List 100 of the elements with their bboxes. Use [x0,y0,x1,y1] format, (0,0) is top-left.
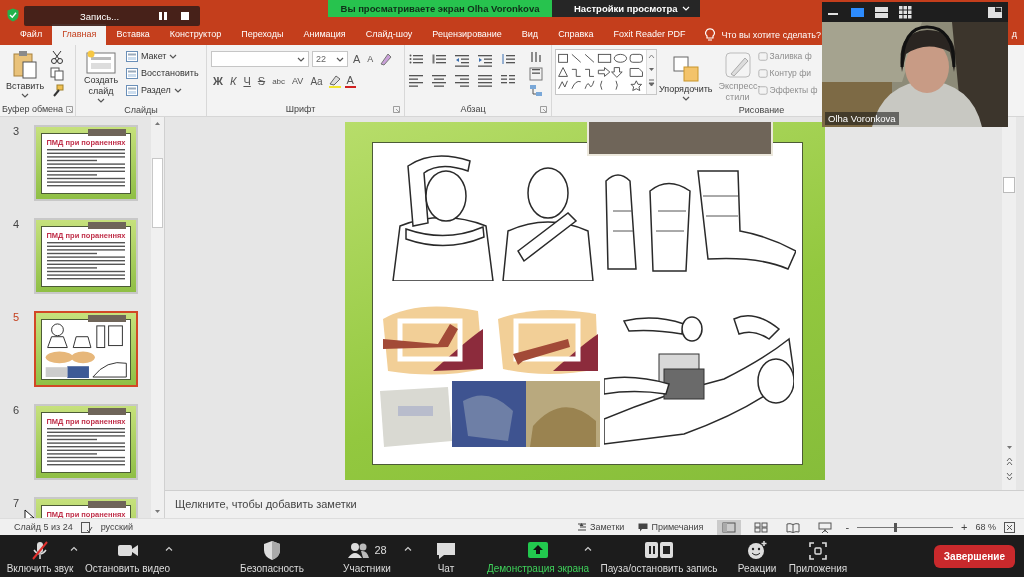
audio-button[interactable]: Включить звук [0,538,80,574]
chat-bubble-icon [435,540,457,560]
ribbon-tab[interactable]: Переходы [231,24,294,45]
previous-slide-icon[interactable] [1004,456,1014,467]
reset-button[interactable]: Восстановить [126,66,199,80]
ribbon-tab[interactable]: Foxit Reader PDF [603,24,696,45]
font-style-button[interactable]: S [255,75,268,87]
copy-icon[interactable] [50,67,65,81]
toolbar-label: Остановить видео [84,563,171,574]
align-right-icon[interactable] [455,73,469,87]
paintbrush-icon[interactable] [50,84,65,98]
new-slide-button[interactable]: Создать слайд [80,49,122,104]
video-button[interactable]: Остановить видео [80,538,175,574]
record-button[interactable]: Пауза/остановить запись [595,538,723,574]
zoom-level[interactable]: 68 % [975,522,996,532]
more-icon[interactable] [647,76,656,89]
align-center-icon[interactable] [432,73,446,87]
grow-font-button[interactable]: A [351,53,363,65]
ribbon-tab[interactable]: Главная [52,24,107,45]
reactions-button[interactable]: Реакции [731,538,783,574]
section-button[interactable]: Раздел [126,83,199,97]
arrange-icon [671,55,700,83]
font-style-button[interactable]: Ж [211,75,225,87]
slider-thumb[interactable] [894,522,898,532]
justify-icon[interactable] [478,73,492,87]
ribbon-tab[interactable]: Слайд-шоу [355,24,423,45]
ribbon-tab[interactable]: Рецензирование [422,24,512,45]
scroll-down-icon[interactable] [153,507,162,516]
font-style-button[interactable]: Ч [241,75,253,87]
scroll-thumb[interactable] [1003,177,1015,193]
numbering-icon[interactable] [432,53,446,67]
align-left-icon[interactable] [409,73,423,87]
decrease-indent-icon[interactable] [455,53,469,67]
tell-me-field[interactable]: Что вы хотите сделать? [705,24,821,45]
font-style-button[interactable]: AV [290,76,306,86]
ribbon-tab[interactable]: Конструктор [159,24,232,45]
end-meeting-button[interactable]: Завершение [933,544,1015,568]
scroll-thumb[interactable] [152,158,163,228]
caret-up-icon[interactable] [404,546,412,551]
apps-icon [807,540,829,560]
notes-button[interactable]: Заметки [576,522,625,532]
zoom-out-button[interactable]: - [845,521,850,533]
normal-view-button[interactable] [717,519,742,535]
increase-indent-icon[interactable] [478,53,492,67]
text-direction-icon[interactable] [529,50,543,64]
reset-icon [126,67,138,79]
notes-field[interactable]: Щелкните, чтобы добавить заметки [165,490,1024,518]
language-label[interactable]: русский [100,522,133,532]
share-button[interactable]: Демонстрация экрана [482,538,594,574]
chat-button[interactable]: Чат [416,538,476,574]
ribbon-tab[interactable]: Файл [10,24,53,45]
next-slide-icon[interactable] [1004,471,1014,482]
caret-up-icon[interactable] [584,546,592,551]
stop-icon[interactable] [180,11,190,21]
slide-thumbnail[interactable] [34,311,138,387]
highlight-icon[interactable] [327,74,342,88]
font-style-button[interactable]: abc [270,76,288,86]
clipboard-icon [12,50,39,80]
tab-label[interactable]: д [1011,24,1017,45]
pen-card-icon [722,50,753,80]
normal-view-icon [722,521,737,533]
layout-button[interactable]: Макет [126,49,199,63]
paste-button[interactable]: Вставить [4,49,47,99]
slide-sorter-icon [754,521,769,533]
ribbon-tab[interactable]: Анимация [293,24,356,45]
gallery-view-icon[interactable] [899,5,912,19]
scroll-down-icon[interactable] [1004,443,1014,452]
comments-button[interactable]: Примечания [638,522,704,532]
scroll-up-icon[interactable] [153,119,162,128]
arrange-button[interactable]: Упорядочить [659,49,715,102]
align-text-icon[interactable] [529,67,543,81]
font-style-button[interactable]: Aa [308,75,325,87]
share-screen-icon [527,540,549,560]
line-spacing-icon[interactable] [501,53,515,67]
security-button[interactable]: Безопасность [232,538,312,574]
font-field[interactable] [211,51,309,67]
apps-button[interactable]: Приложения [785,538,851,574]
caret-up-icon[interactable] [70,546,78,551]
ribbon-tab[interactable]: Вставка [106,24,160,45]
slide-header-bar [88,315,126,322]
pause-icon[interactable] [158,11,168,21]
spelling-icon[interactable] [80,521,93,533]
zoom-in-button[interactable]: + [961,521,968,533]
participants-button[interactable]: 28 Участники [320,538,414,574]
font-style-button[interactable]: К [227,75,239,87]
strip-view-icon[interactable] [875,5,888,19]
ribbon-tab[interactable]: Вид [511,24,549,45]
pop-out-icon[interactable] [988,6,1002,18]
speaker-view-icon[interactable] [851,5,864,19]
group-label: Слайды [124,105,158,115]
shrink-font-button[interactable]: A [365,54,376,64]
font-color-button[interactable]: A [344,74,356,88]
scissors-icon[interactable] [50,50,65,64]
font-size-field[interactable]: 22 [312,51,348,67]
ribbon-tab[interactable]: Справка [548,24,604,45]
clear-format-icon[interactable] [378,52,393,66]
bullets-icon[interactable] [409,53,423,67]
view-options-button[interactable]: Настройки просмотра [552,0,701,17]
fit-slide-icon[interactable] [1004,521,1015,533]
caret-up-icon[interactable] [165,546,173,551]
